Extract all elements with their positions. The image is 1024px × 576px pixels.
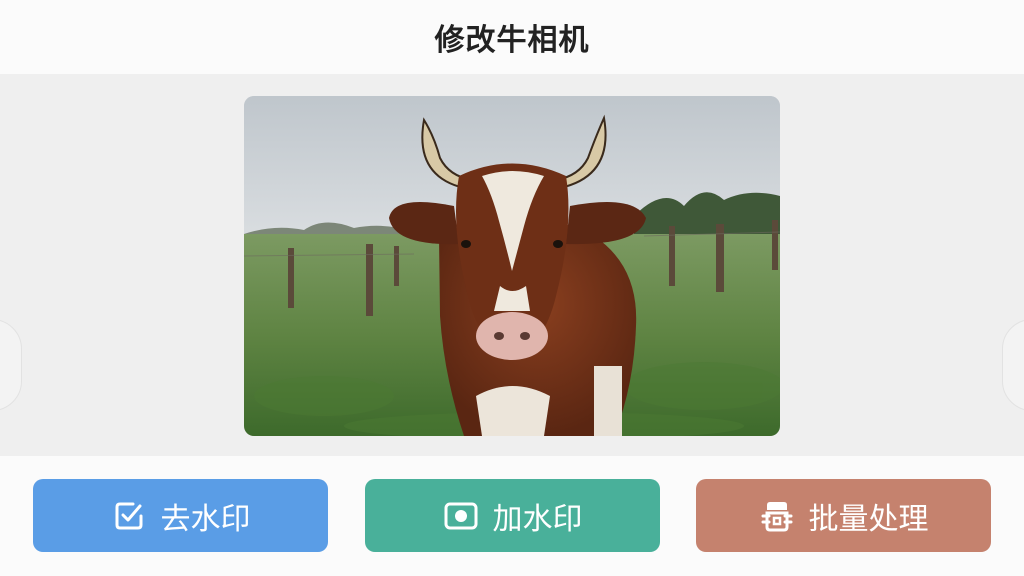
add-watermark-button[interactable]: 加水印 <box>365 479 660 552</box>
batch-process-button[interactable]: 批量处理 <box>696 479 991 552</box>
next-handle[interactable] <box>1002 319 1024 411</box>
header-bar: 修改牛相机 <box>0 0 1024 74</box>
batch-process-label: 批量处理 <box>808 501 929 537</box>
record-icon <box>443 498 479 534</box>
cow-photo <box>244 96 780 436</box>
page-title: 修改牛相机 <box>434 23 590 58</box>
checkbox-icon <box>111 498 147 534</box>
remove-watermark-button[interactable]: 去水印 <box>33 479 328 552</box>
add-watermark-label: 加水印 <box>492 501 583 537</box>
batch-icon <box>759 498 795 534</box>
preview-image[interactable] <box>244 96 780 436</box>
remove-watermark-label: 去水印 <box>160 501 251 537</box>
app-window: 修改牛相机 去水印 加水印 批量处理 <box>0 0 1024 576</box>
action-bar: 去水印 加水印 批量处理 <box>0 456 1024 576</box>
prev-handle[interactable] <box>0 319 22 411</box>
